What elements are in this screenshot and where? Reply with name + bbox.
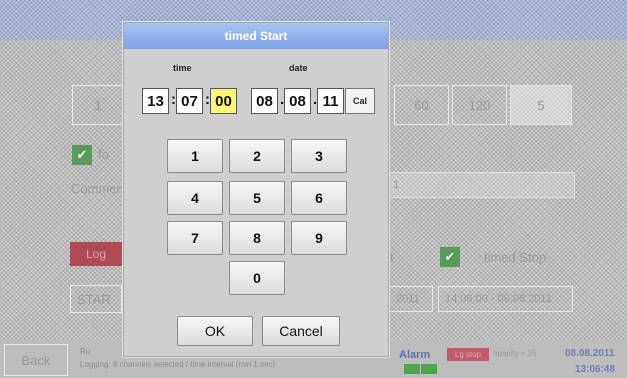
capacity-text: apacity = 15 — [493, 349, 537, 358]
status-line-1: Ru — [80, 347, 91, 356]
keypad-key-5[interactable]: 5 — [229, 181, 285, 215]
timed-stop-label: timed Stop — [484, 250, 547, 265]
logger-label: Log — [85, 247, 107, 261]
keypad-key-9[interactable]: 9 — [291, 221, 347, 255]
dialog-title: timed Start — [124, 23, 388, 49]
status-time: 13:06:48 — [575, 364, 616, 375]
keypad-key-2[interactable]: 2 — [229, 139, 285, 173]
alarm-led — [421, 364, 437, 374]
tab-label: 1 — [94, 97, 102, 113]
seconds-field[interactable]: 00 — [210, 88, 237, 114]
checkbox-label: fo — [98, 147, 109, 162]
back-button[interactable]: Back — [4, 344, 68, 376]
keypad-key-4[interactable]: 4 — [167, 181, 223, 215]
keypad-key-6[interactable]: 6 — [291, 181, 347, 215]
ok-button[interactable]: OK — [177, 316, 253, 346]
keypad-key-0[interactable]: 0 — [229, 261, 285, 295]
start-button[interactable]: STAR — [70, 285, 122, 313]
tab-interval-60[interactable]: 60 — [394, 85, 449, 125]
start-date-value: 2011 — [396, 293, 420, 305]
tab-label: 5 — [537, 97, 545, 113]
tab-label: 60 — [414, 97, 429, 113]
hours-field[interactable]: 13 — [142, 88, 169, 114]
check-icon: ✔ — [444, 249, 456, 264]
cancel-button[interactable]: Cancel — [262, 316, 340, 346]
start-date-field[interactable]: 2011 — [389, 286, 433, 312]
comment-field[interactable]: t 1 — [380, 172, 575, 198]
keypad-key-3[interactable]: 3 — [291, 139, 347, 173]
tab-interval-5[interactable]: 5 — [510, 85, 572, 125]
lg-stop-badge: Lg stop — [447, 348, 489, 361]
year-field[interactable]: 11 — [317, 88, 344, 114]
back-label: Back — [21, 352, 51, 368]
stop-datetime-field[interactable]: 14:06:00 - 08.08.2011 — [438, 286, 573, 312]
checkbox-checked[interactable]: ✔ — [72, 145, 92, 165]
tab-interval-1[interactable]: 1 — [72, 85, 124, 125]
status-line-2: Logging: 4 channels selected / time inte… — [80, 360, 276, 369]
stop-label-prefix: t — [390, 250, 394, 265]
start-label: STAR — [77, 291, 111, 307]
check-icon: ✔ — [76, 147, 88, 162]
keypad-key-1[interactable]: 1 — [167, 139, 223, 173]
keypad-key-7[interactable]: 7 — [167, 221, 223, 255]
day-field[interactable]: 08 — [251, 88, 278, 114]
tab-label: 120 — [468, 97, 491, 113]
keypad-key-8[interactable]: 8 — [229, 221, 285, 255]
minutes-field[interactable]: 07 — [176, 88, 203, 114]
month-field[interactable]: 08 — [284, 88, 311, 114]
logger-button[interactable]: Log — [70, 242, 122, 266]
time-label: time — [173, 63, 192, 73]
comment-label: Commen — [71, 181, 124, 196]
alarm-led — [404, 364, 420, 374]
date-label: date — [289, 63, 308, 73]
calendar-button[interactable]: Cal — [345, 88, 375, 114]
status-date: 08.08.2011 — [565, 348, 615, 359]
stop-datetime-value: 14:06:00 - 08.08.2011 — [445, 293, 552, 305]
alarm-label: Alarm — [399, 349, 431, 361]
tab-interval-120[interactable]: 120 — [452, 85, 507, 125]
timed-stop-checkbox[interactable]: ✔ — [440, 247, 460, 267]
